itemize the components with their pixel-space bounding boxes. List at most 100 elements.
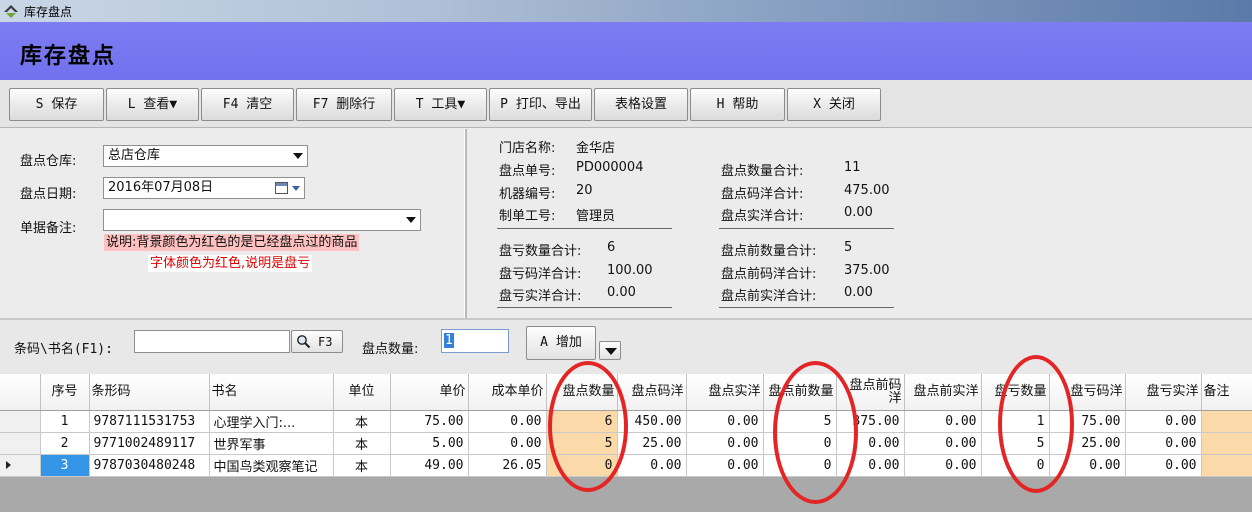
annotation-circle (998, 355, 1074, 493)
clear-button[interactable]: F4 清空 (201, 88, 294, 121)
calendar-icon[interactable] (275, 182, 288, 194)
loss-real-value: 0.00 (607, 285, 636, 300)
column-header-remark[interactable]: 备注 (1201, 374, 1252, 411)
date-label: 盘点日期: (20, 187, 77, 202)
loss-qty-value: 6 (607, 240, 616, 255)
cell-loss-real[interactable]: 0.00 (1125, 410, 1202, 433)
cell-price[interactable]: 75.00 (390, 410, 469, 433)
magnifier-icon (297, 335, 311, 349)
summary-separator (497, 307, 672, 308)
cell-price[interactable]: 5.00 (390, 432, 469, 455)
cell-cost[interactable]: 0.00 (468, 432, 547, 455)
qty-input[interactable]: 1 (441, 329, 509, 353)
cell-unit[interactable]: 本 (333, 432, 391, 455)
row-header[interactable] (0, 432, 41, 455)
delete-row-button[interactable]: F7 删除行 (296, 88, 392, 121)
count-real-label: 盘点实洋合计: (721, 209, 804, 224)
cell-count-real[interactable]: 0.00 (686, 410, 764, 433)
cell-barcode[interactable]: 9787030480248 (89, 454, 210, 477)
cell-remark[interactable] (1201, 454, 1252, 477)
cell-seq[interactable]: 3 (40, 454, 90, 477)
column-header-price[interactable]: 单价 (390, 374, 469, 411)
chevron-down-icon (293, 153, 303, 159)
cell-unit[interactable]: 本 (333, 410, 391, 433)
cell-remark[interactable] (1201, 432, 1252, 455)
count-qty-label: 盘点数量合计: (721, 164, 804, 179)
search-button[interactable]: F3 (291, 330, 343, 353)
cell-cost[interactable]: 0.00 (468, 410, 547, 433)
print-export-button[interactable]: P 打印、导出 (489, 88, 592, 121)
pre-code-label: 盘点前码洋合计: (721, 267, 817, 282)
column-header-pre-real[interactable]: 盘点前实洋 (904, 374, 982, 411)
pre-qty-value: 5 (844, 240, 853, 255)
row-header[interactable] (0, 410, 41, 433)
page-header: 库存盘点 (0, 22, 1252, 80)
cell-unit[interactable]: 本 (333, 454, 391, 477)
warehouse-value: 总店仓库 (108, 148, 161, 163)
barcode-label: 条码\书名(F1): (14, 342, 113, 357)
operator-label: 制单工号: (499, 209, 556, 224)
pre-code-value: 375.00 (844, 263, 890, 278)
panel-divider (464, 129, 467, 319)
cell-remark[interactable] (1201, 410, 1252, 433)
cell-count-code[interactable]: 0.00 (617, 454, 687, 477)
save-button[interactable]: S 保存 (9, 88, 104, 121)
column-header-cost[interactable]: 成本单价 (468, 374, 547, 411)
help-button[interactable]: H 帮助 (690, 88, 785, 121)
column-header-count-real[interactable]: 盘点实洋 (686, 374, 764, 411)
cell-seq[interactable]: 1 (40, 410, 90, 433)
cell-count-real[interactable]: 0.00 (686, 432, 764, 455)
add-dropdown-button[interactable] (599, 341, 621, 360)
cell-barcode[interactable]: 9787111531753 (89, 410, 210, 433)
column-header-seq[interactable]: 序号 (40, 374, 90, 411)
current-row-icon (6, 461, 11, 469)
cell-barcode[interactable]: 9771002489117 (89, 432, 210, 455)
chevron-down-icon[interactable] (292, 186, 300, 191)
column-header-loss-real[interactable]: 盘亏实洋 (1125, 374, 1202, 411)
column-header-rowhead (0, 374, 41, 411)
close-button[interactable]: X 关闭 (787, 88, 881, 121)
cell-loss-real[interactable]: 0.00 (1125, 454, 1202, 477)
triangle-down-icon (605, 348, 617, 355)
summary-separator (497, 228, 672, 229)
store-label: 门店名称: (499, 141, 556, 156)
cell-count-real[interactable]: 0.00 (686, 454, 764, 477)
count-code-label: 盘点码洋合计: (721, 187, 804, 202)
column-header-barcode[interactable]: 条形码 (89, 374, 210, 411)
cell-title[interactable]: 心理学入门:... (209, 410, 334, 433)
window-titlebar: 库存盘点 (0, 0, 1252, 22)
machine-label: 机器编号: (499, 187, 556, 202)
summary-separator (719, 228, 894, 229)
cell-pre-real[interactable]: 0.00 (904, 454, 982, 477)
cell-pre-real[interactable]: 0.00 (904, 432, 982, 455)
data-grid: 序号 条形码 书名 单位 单价 成本单价 盘点数量 盘点码洋 盘点实洋 盘点前数… (0, 355, 1252, 512)
column-header-unit[interactable]: 单位 (333, 374, 391, 411)
date-picker[interactable]: 2016年07月08日 (103, 177, 305, 199)
table-settings-button[interactable]: 表格设置 (594, 88, 688, 121)
store-value: 金华店 (576, 141, 616, 156)
cell-title[interactable]: 世界军事 (209, 432, 334, 455)
column-header-count-code[interactable]: 盘点码洋 (617, 374, 687, 411)
order-value: PD000004 (576, 160, 644, 175)
remark-combo[interactable] (103, 209, 421, 231)
date-value: 2016年07月08日 (108, 180, 214, 195)
warehouse-select[interactable]: 总店仓库 (103, 145, 308, 167)
cell-pre-real[interactable]: 0.00 (904, 410, 982, 433)
cell-loss-real[interactable]: 0.00 (1125, 432, 1202, 455)
barcode-input[interactable] (134, 330, 290, 353)
view-button[interactable]: L 查看▼ (106, 88, 199, 121)
cell-title[interactable]: 中国鸟类观察笔记 (209, 454, 334, 477)
page-title: 库存盘点 (20, 44, 117, 69)
qty-label: 盘点数量: (362, 342, 419, 357)
cell-cost[interactable]: 26.05 (468, 454, 547, 477)
cell-seq[interactable]: 2 (40, 432, 90, 455)
tools-button[interactable]: T 工具▼ (394, 88, 487, 121)
annotation-circle (548, 361, 628, 492)
row-header[interactable] (0, 454, 41, 477)
column-header-title[interactable]: 书名 (209, 374, 334, 411)
cell-price[interactable]: 49.00 (390, 454, 469, 477)
legend-note: 说明:背景颜色为红色的是已经盘点过的商品 (104, 234, 360, 251)
add-button[interactable]: A 增加 (526, 326, 596, 360)
pre-qty-label: 盘点前数量合计: (721, 244, 817, 259)
app-icon (4, 5, 18, 18)
